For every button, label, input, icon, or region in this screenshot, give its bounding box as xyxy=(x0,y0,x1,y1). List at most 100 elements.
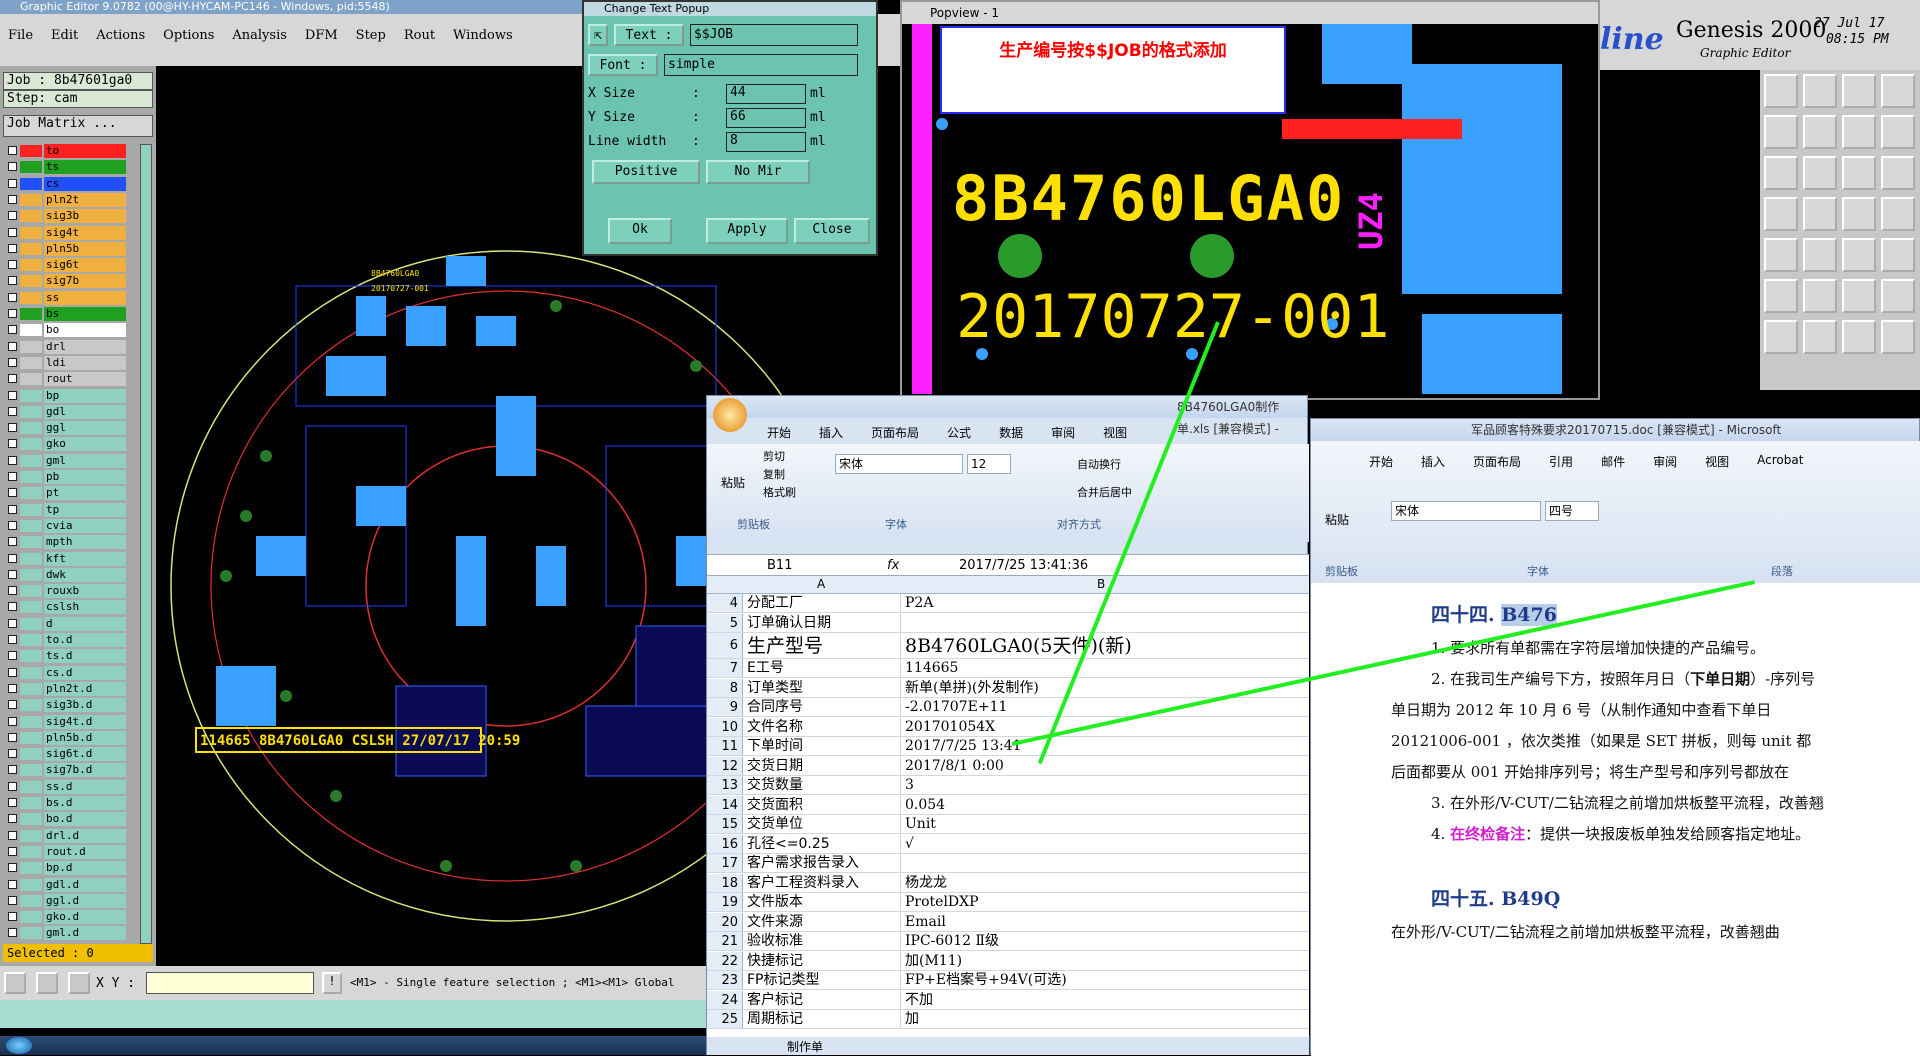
row-number[interactable]: 18 xyxy=(707,873,743,892)
font-button[interactable]: Font : xyxy=(588,54,658,76)
layer-row[interactable]: kft xyxy=(4,551,126,566)
menu-edit[interactable]: Edit xyxy=(51,28,78,43)
cell-a[interactable]: 分配工厂 xyxy=(745,594,901,612)
layer-row[interactable]: rout xyxy=(4,372,126,387)
close-button[interactable]: Close xyxy=(794,218,870,244)
word-tab-acrobat[interactable]: Acrobat xyxy=(1757,453,1803,470)
excel-tab-insert[interactable]: 插入 xyxy=(819,424,843,441)
layer-checkbox[interactable] xyxy=(8,863,17,873)
cell-a[interactable]: 文件来源 xyxy=(745,912,901,931)
layer-row[interactable]: gdl.d xyxy=(4,877,126,892)
layer-row[interactable]: rout.d xyxy=(4,844,126,859)
open-icon[interactable] xyxy=(1803,74,1837,108)
layer-row[interactable]: cs.d xyxy=(4,665,126,680)
undo-icon[interactable] xyxy=(1842,279,1876,313)
excel-row[interactable]: 23 FP标记类型 FP+E档案号+94V(可选) xyxy=(707,971,1309,990)
layers-icon[interactable] xyxy=(1881,74,1915,108)
row-number[interactable]: 22 xyxy=(707,951,743,970)
cell-a[interactable]: 客户标记 xyxy=(745,990,901,1009)
layer-checkbox[interactable] xyxy=(8,700,17,710)
layer-color-swatch[interactable] xyxy=(20,193,42,206)
row-number[interactable]: 9 xyxy=(707,698,743,716)
layer-color-swatch[interactable] xyxy=(20,177,42,190)
move-icon[interactable] xyxy=(1803,115,1837,149)
layer-color-swatch[interactable] xyxy=(20,617,42,630)
layer-scrollbar[interactable] xyxy=(140,144,152,944)
xsize-input[interactable]: 44 xyxy=(726,84,806,104)
layer-checkbox[interactable] xyxy=(8,292,17,302)
row-number[interactable]: 23 xyxy=(707,971,743,989)
menu-dfm[interactable]: DFM xyxy=(305,28,338,43)
excel-row[interactable]: 14 交货面积 0.054 xyxy=(707,795,1309,815)
mirror-icon[interactable] xyxy=(1803,320,1837,354)
row-number[interactable]: 25 xyxy=(707,1010,743,1028)
start-icon[interactable] xyxy=(6,1037,32,1054)
office-button-icon[interactable] xyxy=(713,398,747,432)
excel-row[interactable]: 11 下单时间 2017/7/25 13:41 xyxy=(707,737,1309,756)
menu-actions[interactable]: Actions xyxy=(96,28,145,43)
grid-icon[interactable] xyxy=(68,972,90,994)
cell-a[interactable]: 客户需求报告录入 xyxy=(745,854,901,872)
layer-color-swatch[interactable] xyxy=(20,389,42,402)
menu-rout[interactable]: Rout xyxy=(404,28,435,43)
layer-checkbox[interactable] xyxy=(8,455,17,465)
layer-checkbox[interactable] xyxy=(8,488,17,498)
layer-row[interactable]: tp xyxy=(4,502,126,517)
home-icon[interactable] xyxy=(1764,74,1798,108)
layer-row[interactable]: drl xyxy=(4,339,126,354)
excel-copy-button[interactable]: 复制 xyxy=(763,466,785,482)
excel-row[interactable]: 12 交货日期 2017/8/1 0:00 xyxy=(707,756,1309,776)
layer-checkbox[interactable] xyxy=(8,227,17,237)
excel-row[interactable]: 10 文件名称 201701054X xyxy=(707,717,1309,737)
text-icon[interactable] xyxy=(1881,197,1915,231)
word-tab-layout[interactable]: 页面布局 xyxy=(1473,453,1521,470)
layer-color-swatch[interactable] xyxy=(20,878,42,891)
name-box[interactable]: B11 xyxy=(767,558,792,573)
cell-a[interactable]: 生产型号 xyxy=(745,633,901,658)
layer-color-swatch[interactable] xyxy=(20,145,42,157)
menu-analysis[interactable]: Analysis xyxy=(232,28,287,43)
excel-paste-button[interactable]: 粘贴 xyxy=(721,474,745,491)
xy-input[interactable] xyxy=(146,972,314,994)
cell-a[interactable]: 下单时间 xyxy=(745,737,901,755)
excel-row[interactable]: 4 分配工厂 P2A xyxy=(707,594,1309,613)
cell-a[interactable]: FP标记类型 xyxy=(745,971,901,989)
snap-icon[interactable] xyxy=(1842,238,1876,272)
layer-color-swatch[interactable] xyxy=(20,487,42,500)
info-icon[interactable]: ! xyxy=(322,972,342,994)
word-font-select[interactable]: 宋体 xyxy=(1391,501,1541,521)
layer-checkbox[interactable] xyxy=(8,569,17,579)
layer-color-swatch[interactable] xyxy=(20,845,42,858)
pick-icon[interactable]: ⇱ xyxy=(588,24,608,46)
apply-button[interactable]: Apply xyxy=(706,218,788,244)
column-header-b[interactable]: B xyxy=(1097,577,1105,591)
cell-a[interactable]: 文件版本 xyxy=(745,893,901,911)
layer-color-swatch[interactable] xyxy=(20,911,42,924)
cell-a[interactable]: 周期标记 xyxy=(745,1010,901,1028)
cell-b[interactable]: ProtelDXP xyxy=(903,893,1307,911)
save-icon[interactable] xyxy=(1842,74,1876,108)
layer-color-swatch[interactable] xyxy=(20,454,42,467)
excel-row[interactable]: 5 订单确认日期 xyxy=(707,613,1309,633)
excel-row[interactable]: 19 文件版本 ProtelDXP xyxy=(707,893,1309,912)
word-document[interactable]: 四十四. B476 1. 要求所有单都需在字符层增加快捷的产品编号。 2. 在我… xyxy=(1311,583,1920,1056)
layer-checkbox[interactable] xyxy=(8,341,17,351)
pad-icon[interactable] xyxy=(1764,197,1798,231)
pen-icon[interactable] xyxy=(1842,156,1876,190)
layer-color-swatch[interactable] xyxy=(20,797,42,809)
cell-a[interactable]: 孔径<=0.25 xyxy=(745,834,901,853)
layer-checkbox[interactable] xyxy=(8,651,17,661)
layer-row[interactable]: sig3b xyxy=(4,209,126,224)
cell-b[interactable]: √ xyxy=(903,835,1307,853)
wrap-text-button[interactable]: 自动换行 xyxy=(1077,456,1121,472)
info-icon[interactable] xyxy=(1803,156,1837,190)
row-number[interactable]: 10 xyxy=(707,717,743,736)
layer-row[interactable]: ggl xyxy=(4,421,126,436)
layer-checkbox[interactable] xyxy=(8,357,17,367)
word-tab-view[interactable]: 视图 xyxy=(1705,453,1729,470)
layer-row[interactable]: d xyxy=(4,616,126,631)
row-number[interactable]: 5 xyxy=(707,613,743,632)
excel-size-select[interactable]: 12 xyxy=(967,454,1011,474)
cell-b[interactable]: -2.01707E+11 xyxy=(903,698,1307,716)
row-number[interactable]: 19 xyxy=(707,893,743,911)
